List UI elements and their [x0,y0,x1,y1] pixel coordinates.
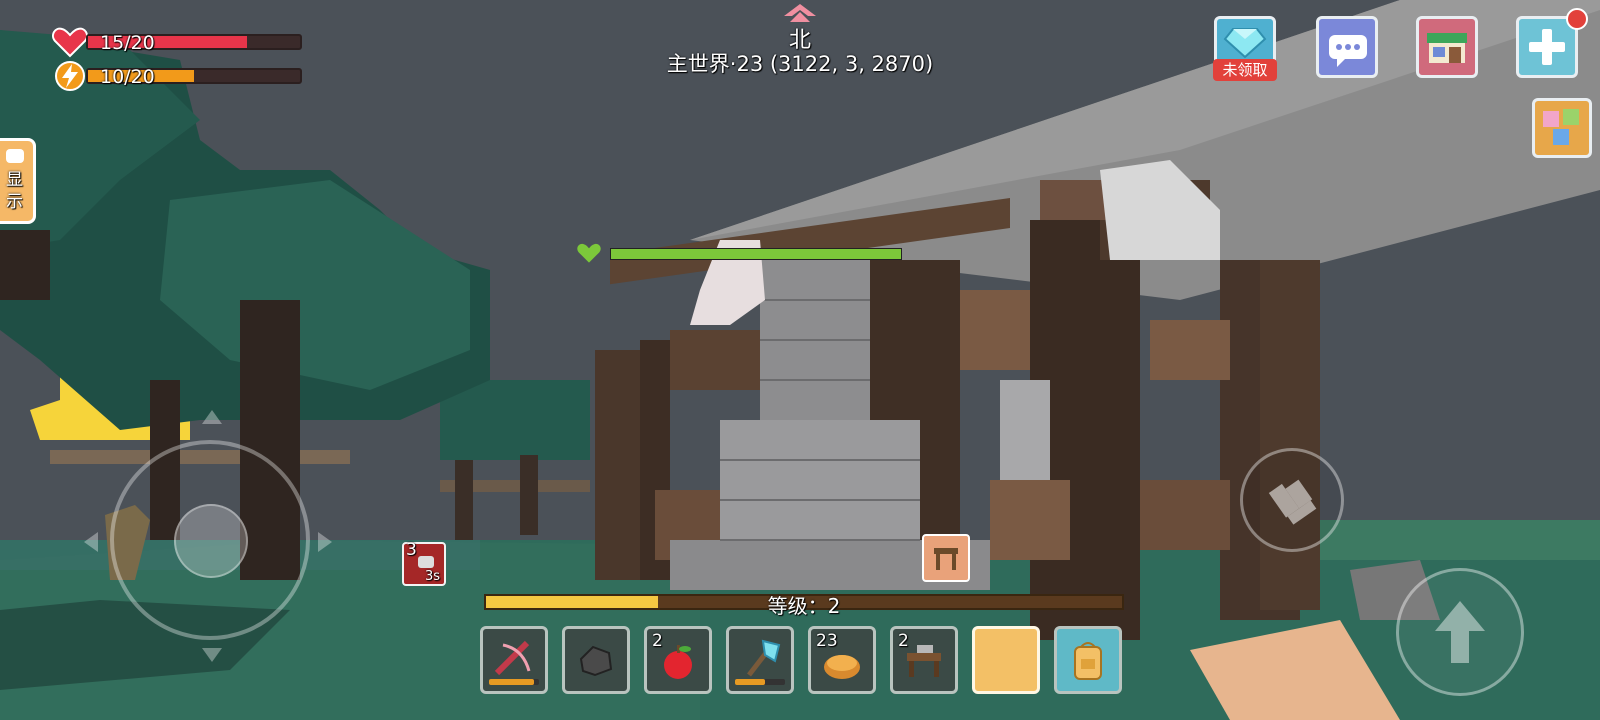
compass-arrow-icon [782,2,818,24]
chat-bubble-icon [6,149,24,163]
movement-joystick[interactable] [84,410,332,662]
joystick-down-arrow-icon [202,648,222,662]
diamond-reward-button[interactable]: 未领取 [1213,16,1277,81]
level-label: 等级：2 [767,594,841,618]
chat-toggle-label: 显 示 [6,170,23,212]
chat-display-toggle[interactable]: 显 示 [0,138,36,224]
buff-count: 3 [406,540,417,560]
joystick-right-arrow-icon [318,532,332,552]
chat-button[interactable] [1316,16,1378,78]
plus-icon [1529,29,1565,65]
crafting-table-button[interactable] [922,534,970,582]
health-heart-icon [52,26,88,58]
blocks-button[interactable] [1532,98,1592,158]
jump-button[interactable] [1396,568,1524,696]
target-health-bar [610,248,902,260]
chat-icon [1329,35,1367,67]
workbench-icon [934,548,958,570]
hunger-value: 10/20 [100,66,155,88]
diamond-icon [1223,28,1267,59]
lightning-icon [54,60,86,92]
fist-icon [1268,479,1317,525]
up-arrow-icon [1435,601,1485,663]
buff-timer: 3s [424,569,440,584]
location-coordinates: 主世界·23 (3122, 3, 2870) [666,52,934,76]
target-health-fill [611,249,901,259]
joystick-left-arrow-icon [84,532,98,552]
shop-icon [1427,33,1467,63]
shop-button[interactable] [1416,16,1478,78]
target-heart-icon [576,242,602,264]
buff-icon [418,556,434,568]
buff-status: 3 3s [402,540,446,586]
level-bar-fill [486,596,658,608]
joystick-up-arrow-icon [202,410,222,424]
joystick-knob[interactable] [174,504,248,578]
notification-dot [1566,8,1588,30]
health-value: 15/20 [100,32,155,54]
attack-button[interactable] [1240,448,1344,552]
unclaimed-badge: 未领取 [1213,59,1277,81]
blocks-icon [1543,109,1579,145]
